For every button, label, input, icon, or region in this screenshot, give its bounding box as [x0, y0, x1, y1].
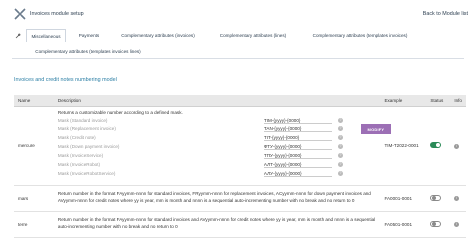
mask-label: Mask (Replacement invoice) [57, 126, 116, 131]
mask-input-standard-invoice[interactable] [263, 118, 332, 124]
numbering-models-table: Name Description Example Status Info mer… [14, 95, 466, 238]
settings-icon [15, 33, 21, 39]
model-status [426, 106, 451, 186]
tab-payments[interactable]: Payments [72, 29, 106, 42]
mask-row: Mask (Down payment invoice) ? [58, 144, 378, 151]
model-name: mars [14, 185, 54, 212]
mask-label: Mask (InvoiceRobotService) [57, 171, 116, 176]
model-name: mercure [14, 106, 54, 186]
mask-input-invoice-service[interactable] [263, 153, 332, 159]
table-row: mars Return number in the format FAyymm-… [14, 185, 466, 212]
mask-row: Mask (Credit note) ? [58, 135, 378, 142]
tab-divider [12, 58, 464, 59]
question-icon: ? [337, 144, 343, 149]
question-icon: ? [337, 126, 343, 131]
tab-complementary-attributes-lines[interactable]: Complementary attributes (lines) [212, 29, 294, 42]
mask-label: Mask (InvoiceService) [57, 153, 104, 158]
tab-complementary-attributes-invoices[interactable]: Complementary attributes (invoices) [108, 29, 208, 42]
section-title: Invoices and credit notes numbering mode… [14, 77, 117, 83]
mask-input-down-payment-invoice[interactable] [263, 144, 332, 150]
model-example: FA0001-0001 [380, 185, 427, 212]
info-icon[interactable]: i [454, 222, 460, 227]
description-text: Return number in the format FAyymm-nnnn … [57, 217, 376, 229]
column-header-info: Info [450, 95, 466, 107]
column-header-description: Description [53, 95, 381, 107]
mask-label: Mask (Credit note) [57, 135, 96, 140]
question-icon: ? [337, 153, 343, 158]
mask-label: Mask (InvoiceRobot) [57, 162, 101, 167]
column-header-name: Name [14, 95, 54, 107]
mask-intro-text: Returns a customizable number according … [57, 110, 183, 115]
tab-complementary-attributes-templates-invoices[interactable]: Complementary attributes (templates invo… [296, 29, 424, 42]
mask-label: Mask (Down payment invoice) [57, 144, 120, 149]
question-icon: ? [337, 171, 343, 176]
table-header-row: Name Description Example Status Info [14, 95, 466, 107]
question-icon: ? [337, 118, 343, 123]
mask-row: Mask (InvoiceRobot) ? [58, 162, 378, 169]
description-text: Return number in the format FAyymm-nnnn … [57, 191, 371, 203]
info-icon[interactable]: i [454, 196, 460, 201]
mask-row: Mask (Standard invoice) ? [58, 118, 378, 125]
module-setup-logo [14, 8, 26, 20]
toggle-off-icon[interactable] [430, 220, 442, 227]
mask-input-replacement-invoice[interactable] [263, 126, 332, 132]
toggle-off-icon[interactable] [430, 194, 442, 201]
question-icon: ? [337, 162, 343, 167]
table-row: terre Return number in the format FAyymm… [14, 211, 466, 238]
table-row: mercure Returns a customizable number ac… [14, 106, 466, 186]
mask-row: Mask (Replacement invoice) ? [58, 126, 378, 133]
model-description: Returns a customizable number according … [53, 106, 391, 186]
page-header: Invoices module setup Back to Module lis… [0, 0, 474, 28]
mask-input-credit-note[interactable] [263, 135, 332, 141]
column-header-status: Status [426, 95, 451, 107]
model-description: Return number in the format FAyymm-nnnn … [53, 185, 381, 212]
tab-settings-icon[interactable] [12, 29, 24, 42]
back-to-module-list-link[interactable]: Back to Module list [423, 11, 468, 17]
model-info: i [450, 211, 466, 238]
question-icon: ? [337, 135, 343, 140]
model-description: Return number in the format FAyymm-nnnn … [53, 211, 381, 238]
toggle-on-icon[interactable] [430, 142, 442, 148]
mask-form: Returns a customizable number according … [57, 107, 391, 184]
info-icon[interactable]: i [454, 143, 460, 149]
page-title: Invoices module setup [30, 11, 84, 17]
mask-label: Mask (Standard invoice) [57, 118, 108, 123]
tab-miscellaneous[interactable]: Miscellaneous [26, 29, 66, 42]
mask-row: Mask (InvoiceService) ? [58, 153, 378, 160]
column-header-example: Example [380, 95, 427, 107]
model-status [426, 185, 451, 212]
model-name: terre [14, 211, 54, 238]
model-example: FA0501-0001 [380, 211, 427, 238]
mask-input-invoice-robot-service[interactable] [263, 171, 332, 177]
model-status [426, 211, 451, 238]
model-example: TIM-T2022-0001 [380, 106, 427, 186]
model-info: i [450, 185, 466, 212]
model-info: i [450, 106, 466, 186]
mask-row: Mask (InvoiceRobotService) ? [58, 171, 378, 178]
tab-complementary-attributes-templates-invoices-lines[interactable]: Complementary attributes (templates invo… [20, 45, 156, 58]
mask-input-invoice-robot[interactable] [263, 162, 332, 168]
modify-button[interactable]: MODIFY [360, 124, 391, 134]
